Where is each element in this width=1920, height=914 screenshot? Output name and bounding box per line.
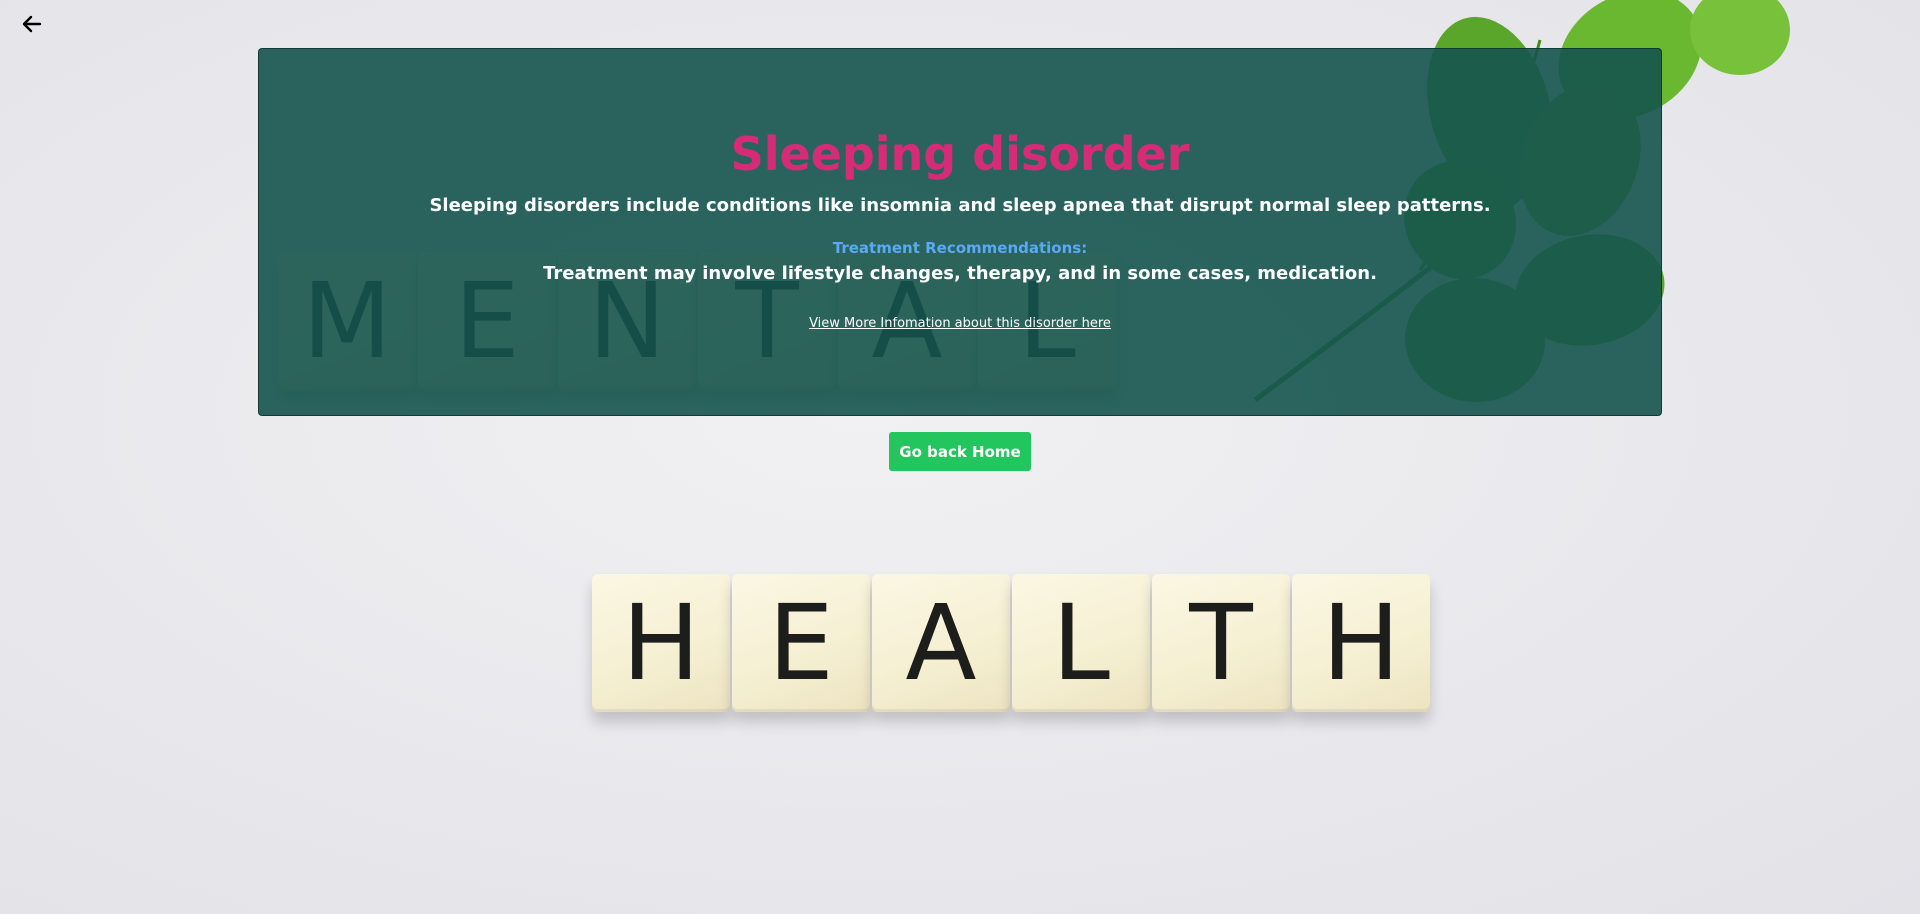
letter-tile: L [1012,574,1150,712]
letter-tile: H [592,574,730,712]
disorder-title: Sleeping disorder [730,127,1190,181]
disorder-description: Sleeping disorders include conditions li… [429,195,1491,216]
letter-tile: E [732,574,870,712]
go-home-button[interactable]: Go back Home [889,432,1031,471]
letter-tile: T [1152,574,1290,712]
back-button[interactable] [20,12,44,36]
more-info-link[interactable]: View More Infomation about this disorder… [259,316,1661,331]
letter-tile: A [872,574,1010,712]
arrow-left-icon [22,15,42,33]
treatment-text: Treatment may involve lifestyle changes,… [543,263,1377,284]
disorder-info-panel: Sleeping disorder Sleeping disorders inc… [258,48,1662,416]
letter-tile: H [1292,574,1430,712]
treatment-heading: Treatment Recommendations: [832,239,1088,257]
health-tiles: H E A L T H [592,574,1430,712]
